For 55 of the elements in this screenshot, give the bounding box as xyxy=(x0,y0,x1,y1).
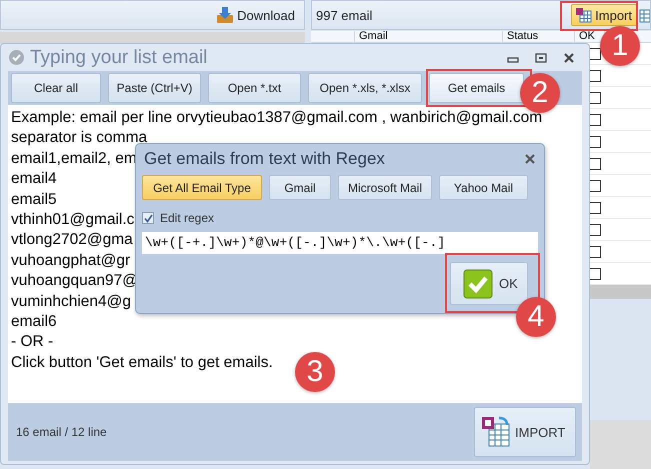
checkbox[interactable] xyxy=(589,180,601,192)
maximize-icon[interactable] xyxy=(535,52,547,64)
email-type-button[interactable]: Microsoft Mail xyxy=(338,175,432,200)
dialog-title: Get emails from text with Regex xyxy=(144,149,385,169)
column-header[interactable]: Gmail xyxy=(359,30,388,42)
checkmark-icon xyxy=(463,268,493,298)
close-icon[interactable] xyxy=(563,52,575,64)
email-count: 997 email xyxy=(316,8,374,22)
toolbar-button[interactable]: Open *.txt xyxy=(208,73,301,103)
text-line: Click button 'Get emails' to get emails. xyxy=(11,352,273,373)
text-line: vuhoangquan97@ xyxy=(11,271,138,292)
email-type-button[interactable]: Gmail xyxy=(269,175,331,200)
toolbar-button[interactable]: Get emails xyxy=(429,73,524,103)
toolbar-button[interactable]: Paste (Ctrl+V) xyxy=(108,73,201,103)
status-text: 16 email / 12 line xyxy=(16,425,107,439)
checkbox[interactable] xyxy=(589,136,601,148)
close-icon[interactable] xyxy=(524,153,536,165)
text-line: vthinh01@gmail.c xyxy=(11,210,134,230)
regex-field[interactable]: \w+([-+.]\w+)*@\w+([-.]\w+)*\.\w+([-.] xyxy=(142,232,538,254)
import-icon xyxy=(481,416,511,448)
download-button[interactable]: Download xyxy=(211,3,300,27)
column-header[interactable]: Status xyxy=(507,30,538,42)
ok-button[interactable]: OK xyxy=(450,262,528,305)
checkbox[interactable] xyxy=(589,268,601,280)
text-line: - OR - xyxy=(11,332,54,352)
text-line: vuhoangphat@gr xyxy=(11,250,130,271)
checkbox[interactable] xyxy=(589,114,601,126)
table-icon[interactable] xyxy=(639,7,650,23)
checkbox[interactable] xyxy=(589,246,601,258)
checkbox[interactable] xyxy=(589,92,601,104)
toolbar-button[interactable]: Clear all xyxy=(11,73,101,103)
checkbox-label: Edit regex xyxy=(160,211,214,225)
text-line: separator is comma xyxy=(11,128,148,148)
import-icon xyxy=(576,7,592,23)
checkbox[interactable] xyxy=(589,202,601,214)
column-header[interactable]: OK xyxy=(579,30,595,42)
text-line: email6 xyxy=(11,312,57,332)
checkbox[interactable] xyxy=(589,70,601,82)
download-icon xyxy=(216,6,234,24)
import-button[interactable]: IMPORT xyxy=(474,407,576,457)
text-line: vuminhchien4@g xyxy=(11,292,131,312)
text-line: email5 xyxy=(11,190,57,210)
email-type-button[interactable]: Yahoo Mail xyxy=(439,175,528,200)
window-title: Typing your list email xyxy=(30,46,208,68)
panel-background xyxy=(590,420,651,469)
email-type-button[interactable]: Get All Email Type xyxy=(142,175,262,200)
checkbox[interactable] xyxy=(589,224,601,236)
text-line: email4 xyxy=(11,169,57,190)
text-line: vtlong2702@gma xyxy=(11,230,133,250)
checkbox[interactable] xyxy=(589,48,601,60)
check-icon xyxy=(9,50,24,65)
checkbox[interactable] xyxy=(589,158,601,170)
checkbox[interactable] xyxy=(142,212,154,224)
toolbar-button[interactable]: Open *.xls, *.xlsx xyxy=(308,73,422,103)
import-button[interactable]: Import xyxy=(571,4,637,26)
